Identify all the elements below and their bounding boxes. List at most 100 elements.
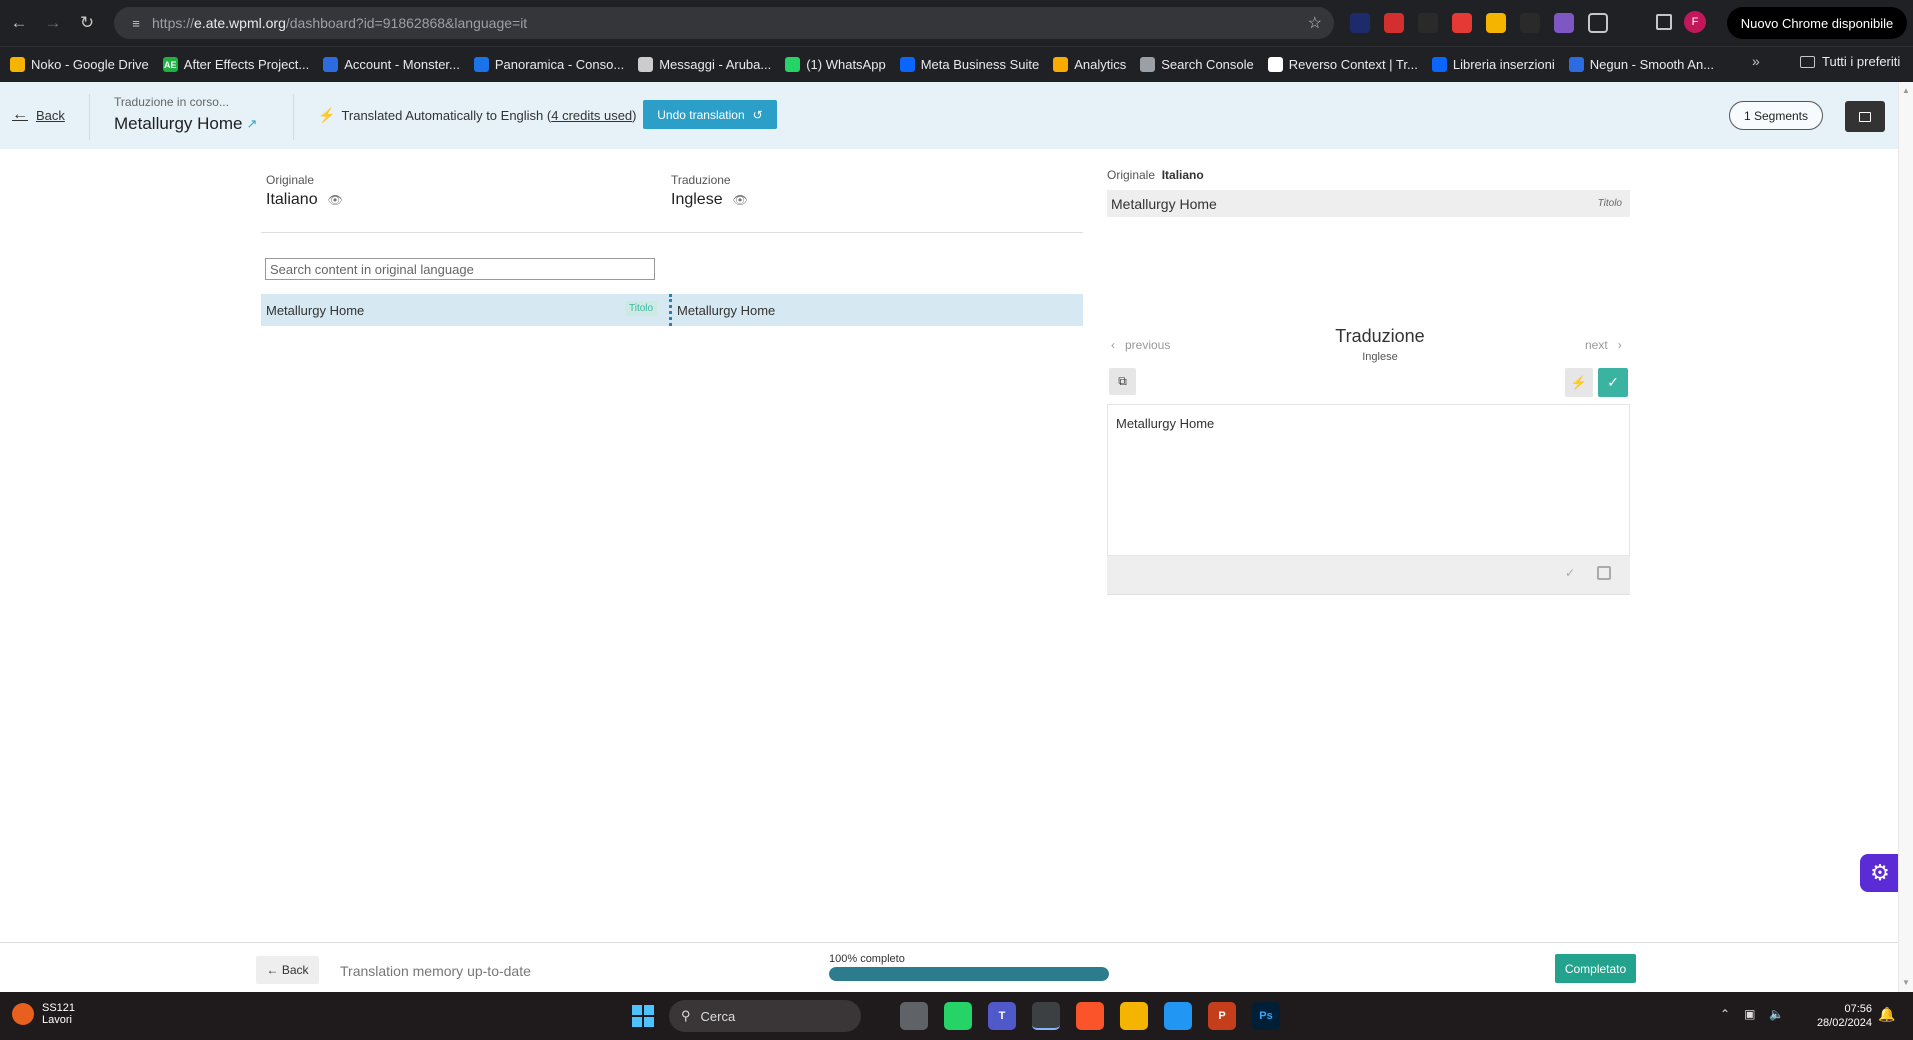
taskbar-search[interactable]: ⚲ Cerca xyxy=(669,1000,861,1032)
address-bar[interactable]: ≡ https://e.ate.wpml.org/dashboard?id=91… xyxy=(114,7,1334,39)
bookmark-item[interactable]: Panoramica - Conso... xyxy=(473,57,625,72)
task-view-icon[interactable] xyxy=(900,1002,928,1030)
back-label: Back xyxy=(36,107,65,123)
translation-editor[interactable]: Metallurgy Home xyxy=(1107,404,1630,556)
chrome-app-icon[interactable] xyxy=(1032,1002,1060,1030)
side-panel-icon[interactable] xyxy=(1656,14,1672,30)
extension-fire-icon[interactable] xyxy=(1452,13,1472,33)
bookmark-star-icon[interactable]: ☆ xyxy=(1308,13,1322,33)
drive-icon xyxy=(10,57,25,72)
translation-editor-text[interactable]: Metallurgy Home xyxy=(1116,416,1214,431)
chrome-update-button[interactable]: Nuovo Chrome disponibile xyxy=(1727,7,1907,39)
copy-original-button[interactable]: ⧉ xyxy=(1109,368,1136,395)
header-divider xyxy=(293,94,294,140)
extension-youtube-icon[interactable] xyxy=(1384,13,1404,33)
footer-back-button[interactable]: ← Back xyxy=(256,956,319,984)
extension-r-icon[interactable] xyxy=(1350,13,1370,33)
bookmark-item[interactable]: Account - Monster... xyxy=(323,57,460,72)
notification-bell-icon[interactable]: 🔔 xyxy=(1878,1006,1895,1023)
reload-icon[interactable]: ↻ xyxy=(72,8,102,38)
whatsapp-icon xyxy=(785,57,801,72)
confirm-translation-button[interactable]: ✓ xyxy=(1598,368,1628,397)
volume-icon[interactable]: 🔈 xyxy=(1769,1007,1784,1021)
bookmark-item[interactable]: Analytics xyxy=(1053,57,1126,72)
segment-type-badge: Titolo xyxy=(625,301,658,316)
settings-gear-button[interactable]: ⚙ xyxy=(1860,854,1900,892)
bookmark-label: (1) WhatsApp xyxy=(806,57,886,72)
progress-bar xyxy=(829,967,1109,981)
segments-count-button[interactable]: 1 Segments xyxy=(1729,101,1823,130)
original-language-column: Originale Italiano 👁 xyxy=(266,173,343,209)
complete-button[interactable]: Completato xyxy=(1555,954,1636,983)
notepad-app-icon[interactable] xyxy=(1164,1002,1192,1030)
header-divider xyxy=(89,94,90,140)
segment-row[interactable]: Metallurgy Home Titolo Metallurgy Home xyxy=(261,294,1083,326)
next-segment-button[interactable]: next › xyxy=(1585,338,1622,352)
folder-icon xyxy=(1800,55,1815,68)
undo-translation-button[interactable]: Undo translation ↺ xyxy=(643,100,777,129)
extension-circle-icon[interactable] xyxy=(1554,13,1574,33)
credits-used-link[interactable]: 4 credits used xyxy=(551,108,632,123)
weather-widget[interactable]: SS121 Lavori xyxy=(12,1002,75,1026)
shield-icon xyxy=(323,57,339,72)
hide-eye-icon[interactable]: 👁 xyxy=(328,193,343,207)
site-info-icon[interactable]: ≡ xyxy=(122,16,150,31)
section-divider xyxy=(261,232,1083,233)
scroll-up-icon[interactable]: ▲ xyxy=(1902,86,1910,95)
photoshop-app-icon[interactable]: Ps xyxy=(1252,1002,1280,1030)
file-explorer-icon[interactable] xyxy=(1120,1002,1148,1030)
copy-icon: ⧉ xyxy=(1118,374,1127,388)
bookmark-item[interactable]: Meta Business Suite xyxy=(899,57,1039,72)
extension-pin-icon[interactable] xyxy=(1418,13,1438,33)
brave-app-icon[interactable] xyxy=(1076,1002,1104,1030)
search-console-icon xyxy=(1140,57,1156,72)
profile-avatar[interactable]: F xyxy=(1684,11,1706,33)
back-arrow-icon[interactable]: ← xyxy=(4,8,34,38)
bookmark-item[interactable]: Search Console xyxy=(1140,57,1254,72)
all-bookmarks-folder[interactable]: Tutti i preferiti xyxy=(1800,54,1900,69)
bookmark-item[interactable]: Libreria inserzioni xyxy=(1431,57,1555,72)
job-status: Traduzione in corso... xyxy=(114,95,229,109)
meta-icon xyxy=(899,57,915,72)
chevron-up-icon[interactable]: ⌃ xyxy=(1720,1007,1730,1021)
back-arrow-icon: ← xyxy=(12,106,28,123)
url-text[interactable]: https://e.ate.wpml.org/dashboard?id=9186… xyxy=(152,15,527,31)
external-link-icon[interactable]: ↗ xyxy=(247,116,258,132)
bookmark-label: Panoramica - Conso... xyxy=(494,57,625,72)
bookmark-item[interactable]: Negun - Smooth An... xyxy=(1568,57,1714,72)
scroll-down-icon[interactable]: ▼ xyxy=(1902,978,1910,987)
page-scrollbar[interactable] xyxy=(1898,82,1913,992)
chevron-right-icon: › xyxy=(1617,338,1622,352)
bookmark-item[interactable]: Noko - Google Drive xyxy=(10,57,149,72)
whatsapp-app-icon[interactable] xyxy=(944,1002,972,1030)
previous-segment-button[interactable]: ‹ previous xyxy=(1111,338,1170,352)
network-icon[interactable]: ▣ xyxy=(1744,1007,1755,1021)
bookmark-item[interactable]: AE After Effects Project... xyxy=(162,57,309,72)
extension-grid-icon[interactable] xyxy=(1520,13,1540,33)
job-title-text: Metallurgy Home xyxy=(114,114,243,133)
forward-arrow-icon[interactable]: → xyxy=(38,8,68,38)
taskbar-search-label: Cerca xyxy=(700,1008,736,1024)
translation-language-column: Traduzione Inglese 👁 xyxy=(671,173,748,209)
more-bookmarks-icon[interactable]: » xyxy=(1752,53,1760,69)
hide-eye-icon[interactable]: 👁 xyxy=(733,193,748,207)
powerpoint-app-icon[interactable]: P xyxy=(1208,1002,1236,1030)
teams-app-icon[interactable]: T xyxy=(988,1002,1016,1030)
spellcheck-icon[interactable]: ✓ xyxy=(1565,566,1575,580)
bookmark-item[interactable]: (1) WhatsApp xyxy=(785,57,886,72)
search-content-input[interactable] xyxy=(265,258,655,280)
image-icon[interactable] xyxy=(1597,566,1611,580)
extensions-puzzle-icon[interactable] xyxy=(1588,13,1608,33)
bookmark-item[interactable]: Messaggi - Aruba... xyxy=(638,57,771,72)
back-link[interactable]: ← Back xyxy=(12,106,65,124)
job-title[interactable]: Metallurgy Home ↗ xyxy=(114,114,257,134)
comment-icon xyxy=(1859,111,1871,122)
traffic-alert-icon xyxy=(12,1003,34,1025)
windows-start-icon[interactable] xyxy=(632,1005,654,1027)
extension-wallet-icon[interactable] xyxy=(1486,13,1506,33)
clock[interactable]: 07:56 28/02/2024 xyxy=(1808,1002,1872,1030)
bookmark-item[interactable]: Reverso Context | Tr... xyxy=(1267,57,1418,72)
machine-translate-button[interactable]: ⚡ xyxy=(1565,368,1593,397)
undo-label: Undo translation xyxy=(657,107,745,122)
comments-button[interactable] xyxy=(1845,101,1885,132)
